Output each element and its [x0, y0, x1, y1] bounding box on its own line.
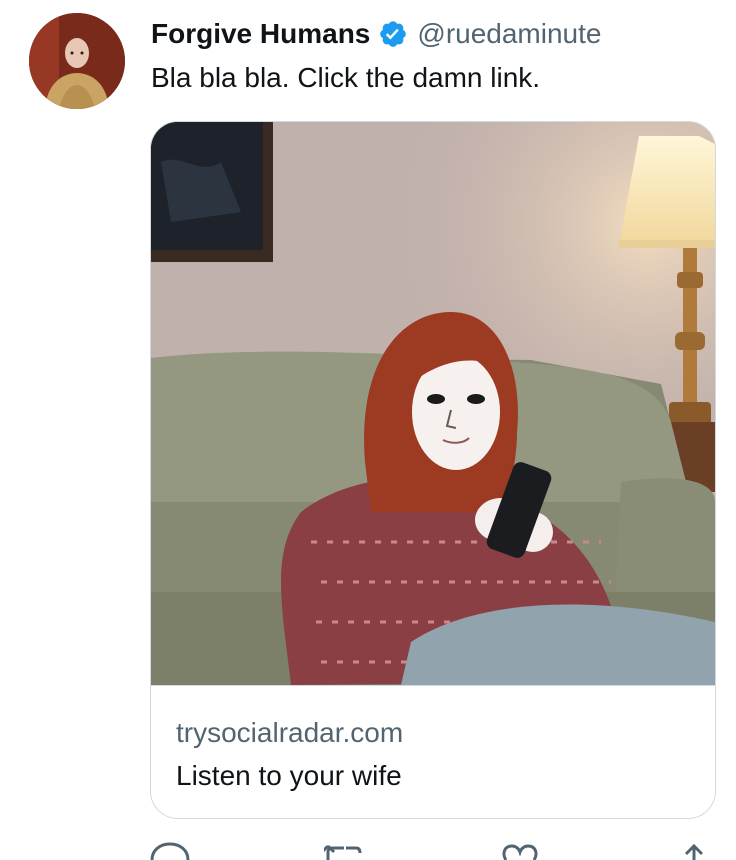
tweet-header: Forgive Humans @ruedaminute [151, 14, 601, 54]
verified-badge-icon [380, 21, 407, 47]
share-icon[interactable] [674, 840, 714, 860]
card-image[interactable] [151, 122, 715, 685]
tweet-text: Bla bla bla. Click the damn link. [151, 62, 541, 93]
card-divider [151, 685, 715, 686]
like-icon[interactable] [500, 840, 540, 860]
tweet-actions [150, 840, 714, 860]
author-handle[interactable]: @ruedaminute [417, 18, 601, 50]
card-domain: trysocialradar.com [176, 717, 404, 748]
card-title: Listen to your wife [176, 760, 402, 791]
reply-icon[interactable] [150, 840, 190, 860]
avatar[interactable] [29, 13, 125, 109]
link-card[interactable]: trysocialradar.com Listen to your wife [150, 121, 716, 819]
retweet-icon[interactable] [324, 840, 364, 860]
author-name[interactable]: Forgive Humans [151, 18, 370, 50]
